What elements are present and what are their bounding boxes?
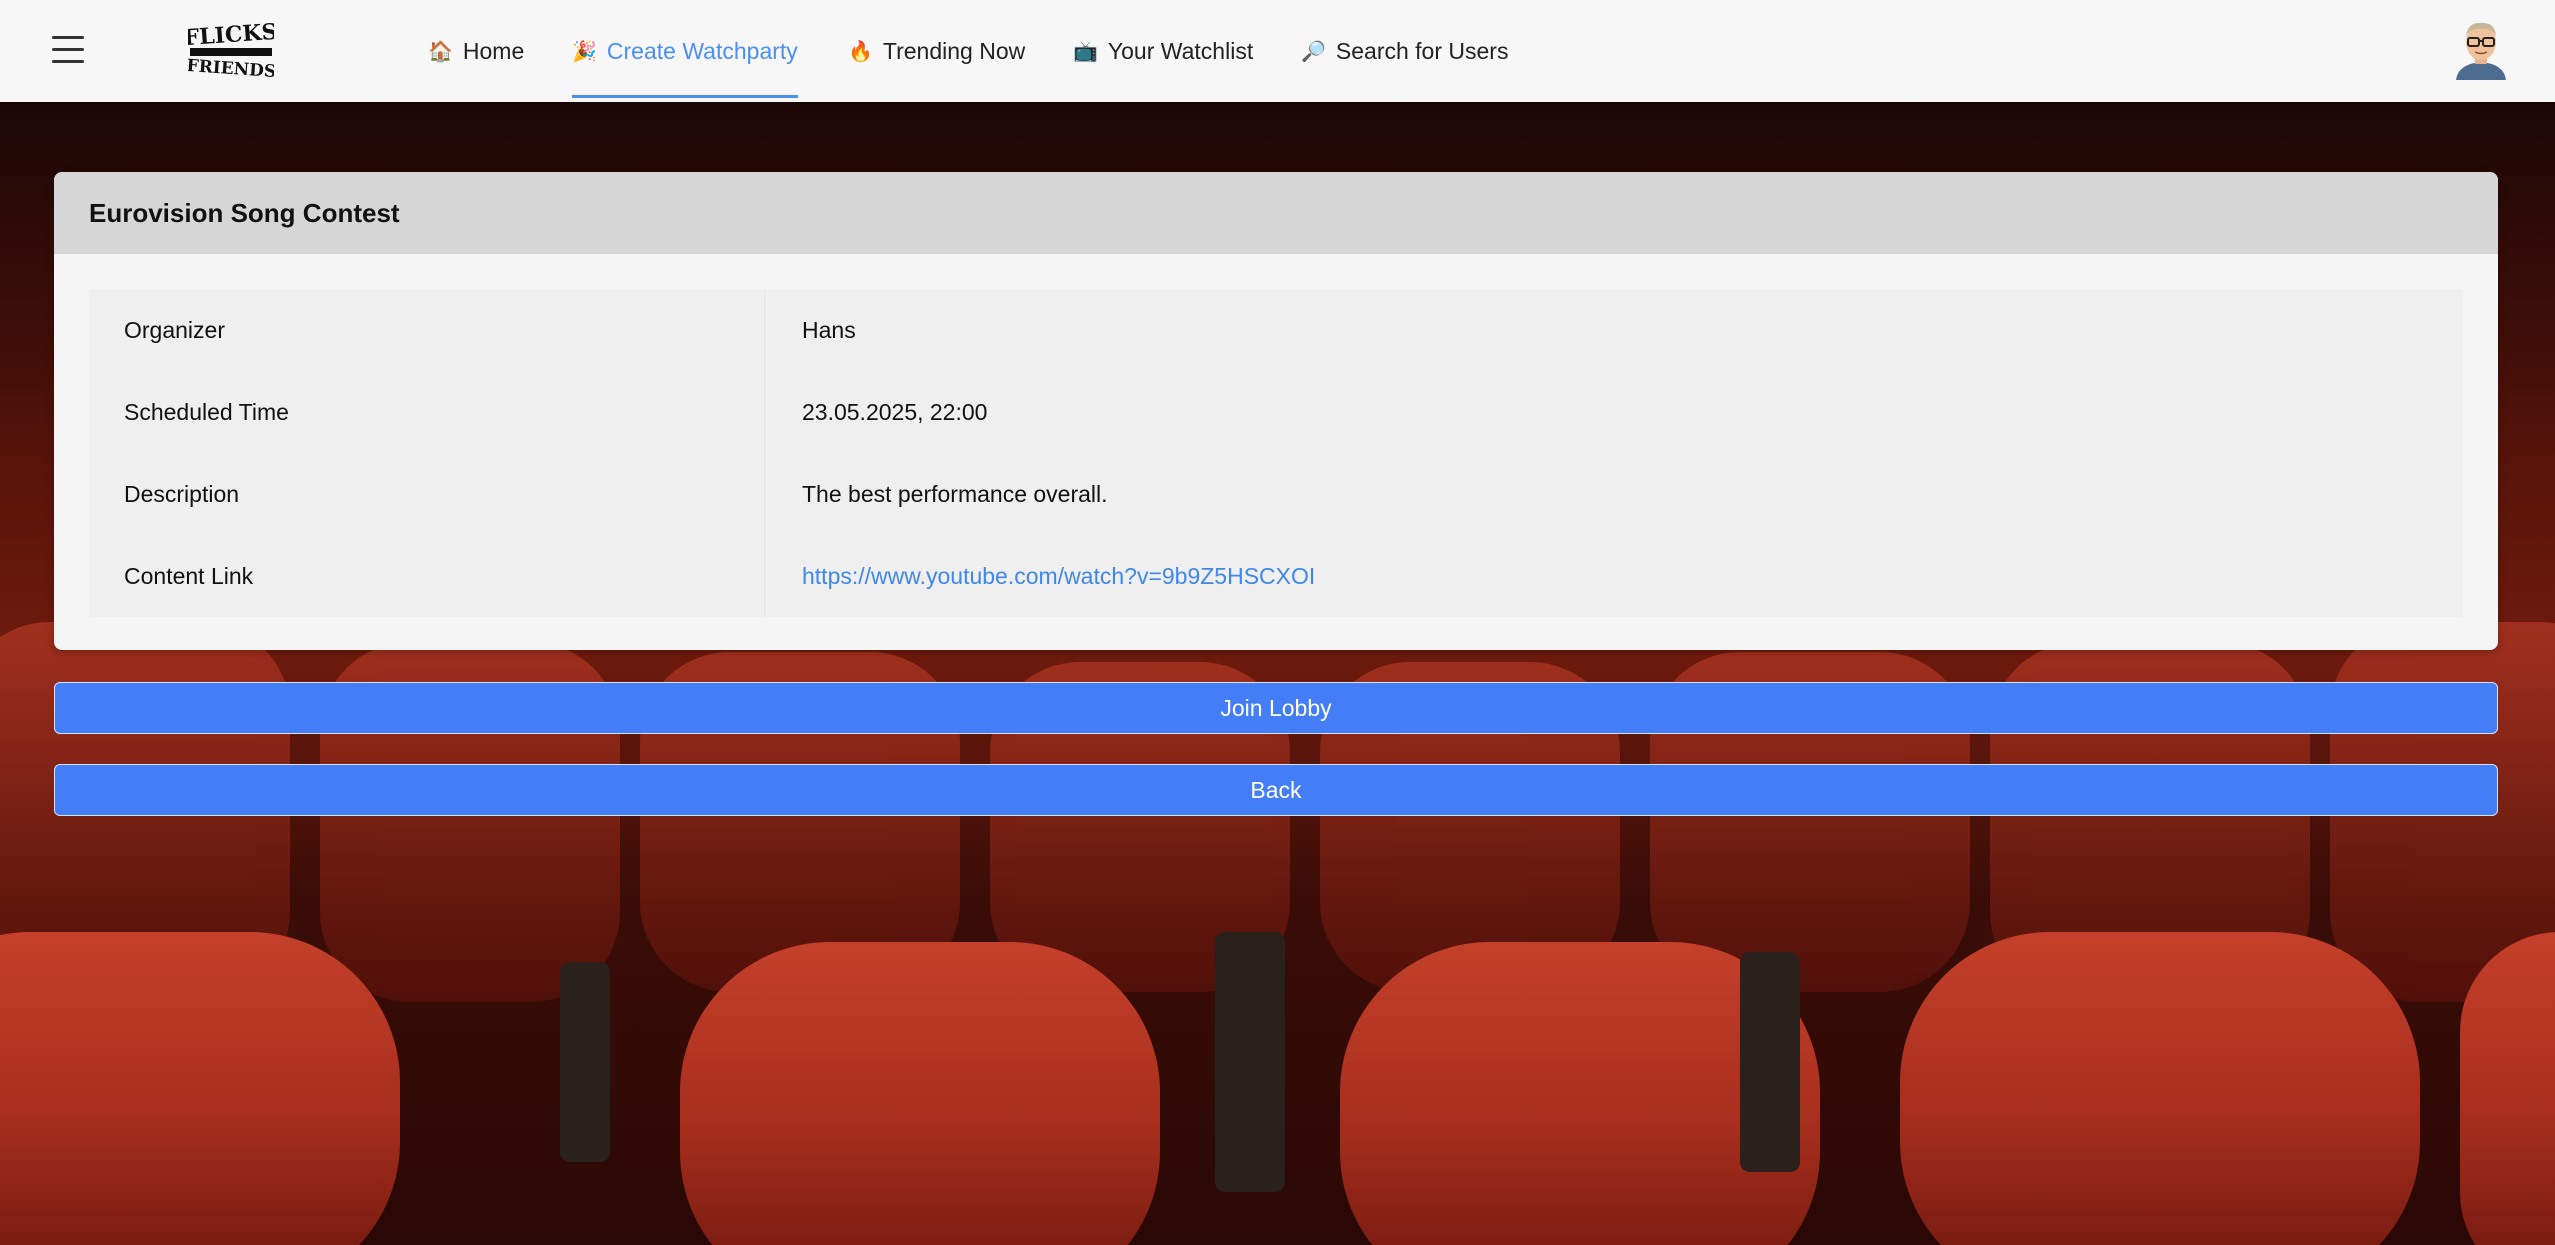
scheduled-time-label: Scheduled Time — [89, 371, 765, 453]
content-link[interactable]: https://www.youtube.com/watch?v=9b9Z5HSC… — [765, 563, 1315, 590]
nav-trending-now-label: Trending Now — [882, 37, 1026, 64]
organizer-label: Organizer — [89, 289, 765, 371]
watchparty-title: Eurovision Song Contest — [54, 172, 2498, 254]
back-button[interactable]: Back — [54, 764, 2498, 816]
nav-your-watchlist[interactable]: 📺 Your Watchlist — [1073, 0, 1253, 102]
television-icon: 📺 — [1073, 40, 1098, 63]
nav-your-watchlist-label: Your Watchlist — [1107, 37, 1254, 64]
join-lobby-button[interactable]: Join Lobby — [54, 682, 2498, 734]
scheduled-time-value: 23.05.2025, 22:00 — [802, 398, 988, 425]
organizer-value: Hans — [802, 316, 856, 343]
nav-home[interactable]: 🏠 Home — [428, 0, 524, 102]
table-row: Content Link https://www.youtube.com/wat… — [89, 535, 2463, 617]
nav-create-watchparty[interactable]: 🎉 Create Watchparty — [572, 0, 798, 102]
magnifier-icon: 🔎 — [1301, 40, 1326, 63]
nav-search-users[interactable]: 🔎 Search for Users — [1301, 0, 1508, 102]
watchparty-details-table: Organizer Hans Scheduled Time 23.05.2025… — [89, 289, 2463, 617]
top-navbar: FLICKS FRIENDS 🏠 Home 🎉 Create Watchpart… — [0, 0, 2555, 102]
hamburger-icon[interactable] — [52, 36, 84, 66]
watchparty-card: Eurovision Song Contest Organizer Hans S… — [54, 172, 2498, 650]
description-value: The best performance overall. — [802, 480, 1108, 507]
svg-text:FLICKS: FLICKS — [188, 19, 274, 51]
nav-create-watchparty-label: Create Watchparty — [606, 37, 798, 64]
table-row: Organizer Hans — [89, 289, 2463, 371]
svg-text:FRIENDS: FRIENDS — [188, 56, 274, 80]
table-row: Description The best performance overall… — [89, 453, 2463, 535]
user-avatar[interactable] — [2454, 20, 2508, 80]
nav-home-label: Home — [462, 37, 525, 64]
flicks-friends-logo[interactable]: FLICKS FRIENDS — [183, 18, 278, 82]
nav-trending-now[interactable]: 🔥 Trending Now — [848, 0, 1025, 102]
fire-icon: 🔥 — [848, 40, 873, 63]
table-row: Scheduled Time 23.05.2025, 22:00 — [89, 371, 2463, 453]
content-link-label: Content Link — [89, 535, 765, 617]
description-label: Description — [89, 453, 765, 535]
house-icon: 🏠 — [428, 40, 453, 63]
party-popper-icon: 🎉 — [572, 40, 597, 63]
nav-search-users-label: Search for Users — [1335, 37, 1509, 64]
